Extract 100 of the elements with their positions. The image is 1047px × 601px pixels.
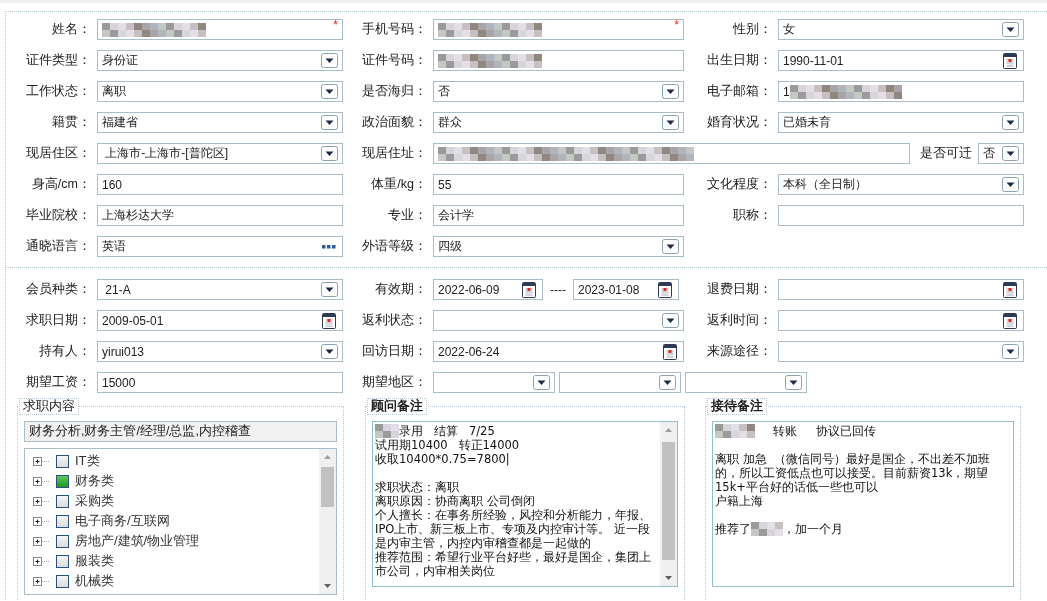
expand-icon[interactable]: [33, 556, 50, 566]
tree-item-label[interactable]: 电子商务/互联网: [75, 512, 170, 530]
dropdown-field[interactable]: [433, 310, 684, 331]
tree-item-label[interactable]: 采购类: [75, 492, 114, 510]
checkbox[interactable]: [56, 474, 69, 488]
dropdown-field[interactable]: 四级: [433, 236, 684, 257]
tree-item-label[interactable]: 财务类: [75, 472, 114, 490]
field-label: 现居住区：: [25, 145, 92, 162]
calendar-icon[interactable]: [322, 312, 336, 329]
tree-item-label[interactable]: 服装类: [75, 552, 114, 570]
field-label: 求职日期：: [25, 312, 92, 329]
note-text: 15k+平台好的话低一些也可以: [715, 480, 878, 494]
expand-icon[interactable]: [33, 476, 50, 486]
checkbox[interactable]: [56, 454, 69, 468]
note-text: 试用期10400 转正14000: [375, 438, 520, 452]
dropdown-field[interactable]: 群众: [433, 112, 684, 133]
text-field[interactable]: [778, 205, 1024, 226]
field-label: 会员种类：: [25, 281, 92, 298]
dropdown-field[interactable]: 否: [433, 81, 684, 102]
calendar-icon[interactable]: [1003, 52, 1017, 69]
dropdown-field[interactable]: [559, 372, 681, 393]
dropdown-field[interactable]: 本科（全日制）: [778, 174, 1024, 195]
tree-item-label[interactable]: 房地产/建筑/物业管理: [75, 532, 200, 550]
expand-icon[interactable]: [33, 576, 50, 586]
field-label: 返利时间：: [706, 312, 773, 329]
checkbox[interactable]: [56, 574, 69, 588]
note-text: 收取10400*0.75=7800|: [375, 452, 510, 466]
note-text: 的，所以工资低点也可以接受。目前薪资13k，期望: [715, 466, 989, 480]
checkbox[interactable]: [56, 514, 69, 528]
dropdown-field[interactable]: 女: [778, 19, 1024, 40]
dropdown-field[interactable]: yirui013: [97, 341, 343, 362]
field-label: 婚育状况：: [706, 114, 773, 131]
text-field[interactable]: 55: [433, 174, 684, 195]
notes-textarea[interactable]: 录用 结算 7/25 试用期10400 转正14000 收取10400*0.75=7800| 求职状态：离职 离职原因：协商离职 公司倒闭 个人擅长：在事务所经验，风控和分析能力，年报、 IPO上市、新三板上市、专项及内控审计等。 近一段 是内审主管，内控内审稽查都是一起做的 推荐范围：希望行业平台好些，最好是国企，集团上 市公司，内审相关岗位: [372, 421, 678, 587]
expand-icon[interactable]: [33, 496, 50, 506]
calendar-icon[interactable]: [1003, 281, 1017, 298]
field-label: 期望工资：: [25, 374, 92, 391]
required-mark: *: [674, 19, 679, 31]
date-field[interactable]: 2009-05-01: [97, 310, 343, 331]
field-label: 有效期：: [374, 281, 428, 298]
calendar-icon[interactable]: [658, 281, 672, 298]
date-field[interactable]: [778, 310, 1024, 331]
field-label: 政治面貌：: [361, 114, 428, 131]
dropdown-field[interactable]: 21-A: [97, 279, 343, 300]
dropdown-field[interactable]: [433, 372, 555, 393]
checkbox[interactable]: [56, 494, 69, 508]
field-label: 出生日期：: [706, 52, 773, 69]
field-label: 体重/kg：: [370, 176, 428, 193]
text-field[interactable]: 1: [778, 81, 1024, 102]
expand-icon[interactable]: [33, 516, 50, 526]
note-text: 录用 结算 7/25: [399, 424, 495, 438]
calendar-icon[interactable]: [663, 343, 677, 360]
note-text: 求职状态：离职: [375, 480, 459, 494]
more-icon[interactable]: [322, 244, 336, 249]
date-field[interactable]: 2022-06-24: [433, 341, 684, 362]
date-field[interactable]: 1990-11-01: [778, 50, 1024, 71]
field-label: 是否海归：: [361, 83, 428, 100]
field-label: 专业：: [387, 207, 428, 224]
selected-jobs-field[interactable]: 财务分析,财务主管/经理/总监,内控稽查: [24, 421, 337, 442]
field-label: 籍贯：: [51, 114, 92, 131]
text-field[interactable]: 160: [97, 174, 343, 195]
checkbox[interactable]: [56, 554, 69, 568]
checkbox[interactable]: [56, 534, 69, 548]
text-field[interactable]: *: [97, 19, 343, 40]
text-field[interactable]: [433, 50, 684, 71]
field-label: 外语等级：: [361, 238, 428, 255]
field-label: 证件类型：: [25, 52, 92, 69]
field-label: 证件号码：: [361, 52, 428, 69]
dropdown-field[interactable]: 上海市-上海市-[普陀区]: [97, 143, 343, 164]
date-field[interactable]: 2023-01-08: [573, 279, 679, 300]
dropdown-field[interactable]: 身份证: [97, 50, 343, 71]
text-field[interactable]: 上海杉达大学: [97, 205, 343, 226]
calendar-icon[interactable]: [1003, 312, 1017, 329]
field-label: 姓名：: [51, 21, 92, 38]
date-field[interactable]: 2022-06-09: [433, 279, 543, 300]
scrollbar[interactable]: [660, 422, 677, 586]
tree-item-label[interactable]: 机械类: [75, 572, 114, 590]
dropdown-field[interactable]: [778, 341, 1024, 362]
date-field[interactable]: [778, 279, 1024, 300]
field-label: 毕业院校：: [25, 207, 92, 224]
expand-icon[interactable]: [33, 536, 50, 546]
dropdown-field[interactable]: [685, 372, 807, 393]
note-text: 离职 加急 （微信同号）最好是国企，不出差不加班: [715, 452, 990, 466]
dropdown-field[interactable]: 离职: [97, 81, 343, 102]
text-field[interactable]: *: [433, 19, 684, 40]
text-field[interactable]: [433, 143, 910, 164]
field-label: 电子邮箱：: [706, 83, 773, 100]
scrollbar[interactable]: [319, 449, 336, 594]
text-field[interactable]: 会计学: [433, 205, 684, 226]
expand-icon[interactable]: [33, 456, 50, 466]
notes-textarea[interactable]: 转账 协议已回传 离职 加急 （微信同号）最好是国企，不出差不加班 的，所以工资低点也可以接受。目前薪资13k，期望 15k+平台好的话低一些也可以 户籍上海 推荐了 ，加一个月: [712, 421, 1014, 587]
field-label: 现居住址：: [361, 145, 428, 162]
tree-item-label[interactable]: IT类: [75, 452, 100, 470]
dropdown-field[interactable]: 已婚未育: [778, 112, 1024, 133]
field-label: 是否可迁: [919, 145, 973, 162]
dropdown-field[interactable]: 福建省: [97, 112, 343, 133]
dropdown-field[interactable]: 否: [978, 143, 1024, 164]
lookup-field[interactable]: 英语: [97, 236, 343, 257]
text-field[interactable]: 15000: [97, 372, 343, 393]
calendar-icon[interactable]: [522, 281, 536, 298]
